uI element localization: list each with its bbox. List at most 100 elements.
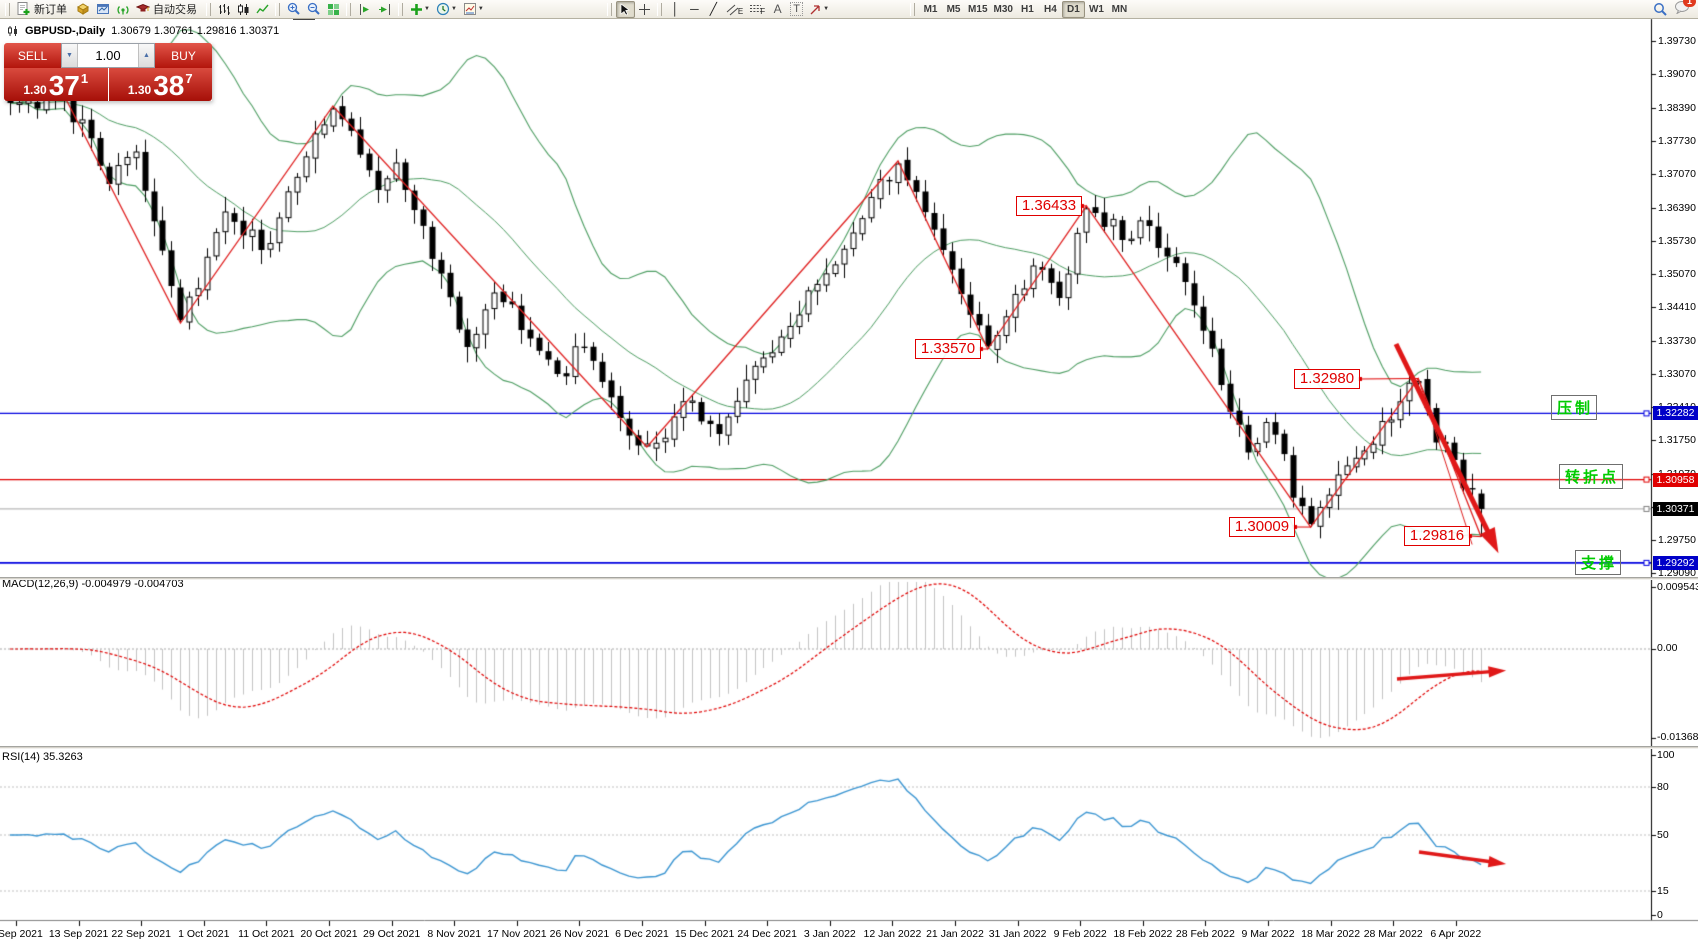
new-chart-button[interactable] (73, 1, 93, 18)
timeframe-mn-button[interactable]: MN (1108, 1, 1131, 18)
channel-tool-button[interactable]: E (723, 1, 746, 18)
new-order-button[interactable]: 新订单 (14, 1, 73, 18)
dropdown-caret-icon[interactable]: ▼ (823, 6, 829, 12)
timeframe-h4-button[interactable]: H4 (1039, 1, 1062, 18)
buy-price-big: 38 (153, 72, 184, 100)
fibonacci-tool-button[interactable]: F (746, 1, 768, 18)
signals-button[interactable] (113, 1, 133, 18)
arrows-tool-button[interactable]: ▼ (806, 1, 832, 18)
timeframe-m1-button[interactable]: M1 (919, 1, 942, 18)
channel-sub-label: E (738, 7, 743, 16)
timeframe-m30-button[interactable]: M30 (991, 1, 1016, 18)
dropdown-caret-icon[interactable]: ▼ (424, 6, 430, 12)
mt4-terminal: { "toolbar": { "new_order_label": "新订单",… (0, 0, 1698, 945)
bar-chart-icon (218, 3, 231, 16)
candlestick-chart-button[interactable] (234, 1, 253, 18)
zoom-out-button[interactable] (304, 1, 324, 18)
text-tool-button[interactable]: A (768, 1, 787, 18)
new-order-label: 新订单 (34, 1, 67, 17)
text-tool-icon: A (774, 2, 782, 16)
zoom-in-icon (287, 2, 301, 16)
volume-value[interactable]: 1.00 (78, 44, 138, 67)
autotrading-button[interactable]: 自动交易 (133, 1, 203, 18)
auto-scroll-icon (358, 3, 372, 16)
chart-shift-button[interactable] (375, 1, 395, 18)
chart-title-icon (7, 25, 19, 37)
horizontal-line-tool-button[interactable]: ─ (685, 1, 704, 18)
templates-button[interactable]: ▼ (460, 1, 487, 18)
timeframe-w1-button[interactable]: W1 (1085, 1, 1108, 18)
indicators-button[interactable]: ▼ (407, 1, 433, 18)
toolbar-grip[interactable] (5, 3, 10, 16)
toolbar-grip[interactable] (398, 3, 403, 16)
autotrading-label: 自动交易 (153, 1, 197, 17)
dropdown-caret-icon[interactable]: ▼ (478, 6, 484, 12)
toolbar-grip[interactable] (206, 3, 211, 16)
template-icon (463, 2, 477, 16)
toolbar-grip[interactable] (607, 3, 612, 16)
line-chart-icon (256, 3, 269, 16)
dropdown-caret-icon[interactable]: ▼ (451, 6, 457, 12)
auto-scroll-button[interactable] (355, 1, 375, 18)
new-chart-icon (76, 2, 90, 16)
toolbar-grip[interactable] (275, 3, 280, 16)
toolbar-grip[interactable] (910, 3, 915, 16)
cursor-icon (619, 3, 631, 16)
new-order-icon (17, 2, 31, 16)
sell-price-small: 1.30 (23, 83, 46, 97)
signals-icon (116, 2, 130, 16)
chart-title: GBPUSD-,Daily 1.30679 1.30761 1.29816 1.… (7, 25, 279, 37)
sell-price-tile[interactable]: 1.30 37 1 (4, 68, 108, 101)
volume-increase-button[interactable]: ▲ (138, 44, 154, 67)
tile-windows-button[interactable] (324, 1, 343, 18)
profiles-button[interactable] (93, 1, 113, 18)
arrows-icon (809, 3, 822, 16)
search-icon[interactable] (1653, 2, 1668, 17)
chart-shift-icon (378, 3, 392, 16)
chart-symbol-period: GBPUSD-,Daily (25, 25, 105, 37)
vline-icon: │ (672, 3, 680, 15)
buy-price-tile[interactable]: 1.30 38 7 (109, 68, 213, 101)
timeframe-m15-button[interactable]: M15 (965, 1, 990, 18)
buy-price-small: 1.30 (128, 83, 151, 97)
chat-badge: 1 (1683, 0, 1696, 7)
chart-canvas[interactable] (0, 0, 1698, 945)
buy-button[interactable]: BUY (155, 43, 212, 68)
bar-chart-button[interactable] (215, 1, 234, 18)
fibo-sub-label: F (760, 7, 765, 16)
sell-button[interactable]: SELL (4, 43, 61, 68)
timeframe-m5-button[interactable]: M5 (942, 1, 965, 18)
periods-button[interactable]: ▼ (433, 1, 460, 18)
profiles-icon (96, 2, 110, 16)
hline-icon: ─ (690, 3, 699, 15)
volume-decrease-button[interactable]: ▼ (62, 44, 78, 67)
one-click-trading-panel: SELL ▼ 1.00 ▲ BUY 1.30 37 1 1.30 38 7 (4, 43, 212, 101)
clock-icon (436, 2, 450, 16)
crosshair-icon (638, 3, 651, 16)
sell-price-big: 37 (49, 72, 80, 100)
toolbar-grip[interactable] (657, 3, 662, 16)
timeframe-d1-button[interactable]: D1 (1062, 1, 1085, 18)
top-toolbar: 新订单 自动交易 ▼ ▼ (0, 0, 1698, 19)
buy-price-sup: 7 (185, 71, 192, 86)
zoom-out-icon (307, 2, 321, 16)
autotrading-icon (136, 2, 150, 16)
timeframe-h1-button[interactable]: H1 (1016, 1, 1039, 18)
vertical-line-tool-button[interactable]: │ (666, 1, 685, 18)
crosshair-tool-button[interactable] (635, 1, 654, 18)
trendline-icon: ╱ (710, 3, 717, 15)
toolbar-grip[interactable] (346, 3, 351, 16)
candlestick-chart-icon (237, 3, 250, 16)
line-chart-button[interactable] (253, 1, 272, 18)
volume-spinner: ▼ 1.00 ▲ (61, 43, 155, 68)
sell-price-sup: 1 (81, 71, 88, 86)
label-tool-icon: T (790, 2, 803, 16)
notifications-chat-button[interactable]: 1 (1674, 0, 1690, 19)
indicators-plus-icon (410, 3, 423, 16)
tile-windows-icon (327, 3, 340, 16)
zoom-in-button[interactable] (284, 1, 304, 18)
text-label-tool-button[interactable]: T (787, 1, 806, 18)
cursor-tool-button[interactable] (616, 1, 635, 18)
chart-ohlc-values: 1.30679 1.30761 1.29816 1.30371 (111, 25, 279, 37)
trendline-tool-button[interactable]: ╱ (704, 1, 723, 18)
